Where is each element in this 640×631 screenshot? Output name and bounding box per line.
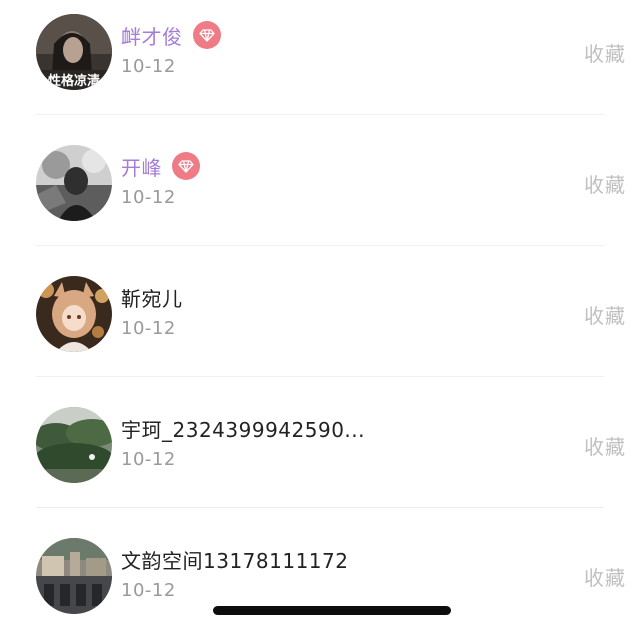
list-item[interactable]: 靳宛儿 10-12 收藏 [0, 246, 640, 377]
avatar[interactable]: 性格凉清 [36, 14, 112, 90]
date-text: 10-12 [121, 449, 176, 470]
favorite-button[interactable]: 收藏 [584, 431, 626, 460]
avatar-photo-bw-portrait [36, 145, 112, 221]
user-name[interactable]: 文韵空间13178111172 [121, 545, 348, 574]
date-text: 10-12 [121, 187, 176, 208]
diamond-icon [192, 21, 221, 49]
avatar-photo-green-trees [36, 407, 112, 483]
name-line: 衅才俊 [121, 20, 221, 50]
date-text: 10-12 [121, 580, 176, 601]
list-item[interactable]: 性格凉清 衅才俊 10-12 收藏 [0, 0, 640, 115]
avatar-photo-anime-girl [36, 276, 112, 352]
favorite-button[interactable]: 收藏 [584, 38, 626, 67]
avatar[interactable] [36, 276, 112, 352]
avatar-photo-woman-dark: 性格凉清 [36, 14, 112, 90]
name-line: 靳宛儿 [121, 282, 183, 312]
favorite-button[interactable]: 收藏 [584, 300, 626, 329]
list-item[interactable]: 开峰 10-12 收藏 [0, 115, 640, 246]
avatar[interactable] [36, 407, 112, 483]
name-line: 宇珂_2324399942590... [121, 413, 365, 443]
name-line: 开峰 [121, 151, 200, 181]
user-name[interactable]: 宇珂_2324399942590... [121, 414, 365, 443]
date-text: 10-12 [121, 318, 176, 339]
list-item[interactable]: 宇珂_2324399942590... 10-12 收藏 [0, 377, 640, 508]
user-list: 性格凉清 衅才俊 10-12 收藏 开峰 10-12 收藏 靳宛儿 10-12 … [0, 0, 640, 631]
user-name[interactable]: 衅才俊 [121, 21, 183, 50]
favorite-button[interactable]: 收藏 [584, 562, 626, 591]
avatar-photo-outdoor-scene [36, 538, 112, 614]
diamond-icon [172, 152, 200, 180]
home-indicator[interactable] [213, 606, 451, 615]
avatar[interactable] [36, 538, 112, 614]
user-name[interactable]: 开峰 [121, 152, 162, 181]
user-name[interactable]: 靳宛儿 [121, 283, 183, 312]
favorite-button[interactable]: 收藏 [584, 169, 626, 198]
avatar-caption: 性格凉清 [48, 73, 100, 89]
name-line: 文韵空间13178111172 [121, 544, 348, 574]
date-text: 10-12 [121, 56, 176, 77]
avatar[interactable] [36, 145, 112, 221]
